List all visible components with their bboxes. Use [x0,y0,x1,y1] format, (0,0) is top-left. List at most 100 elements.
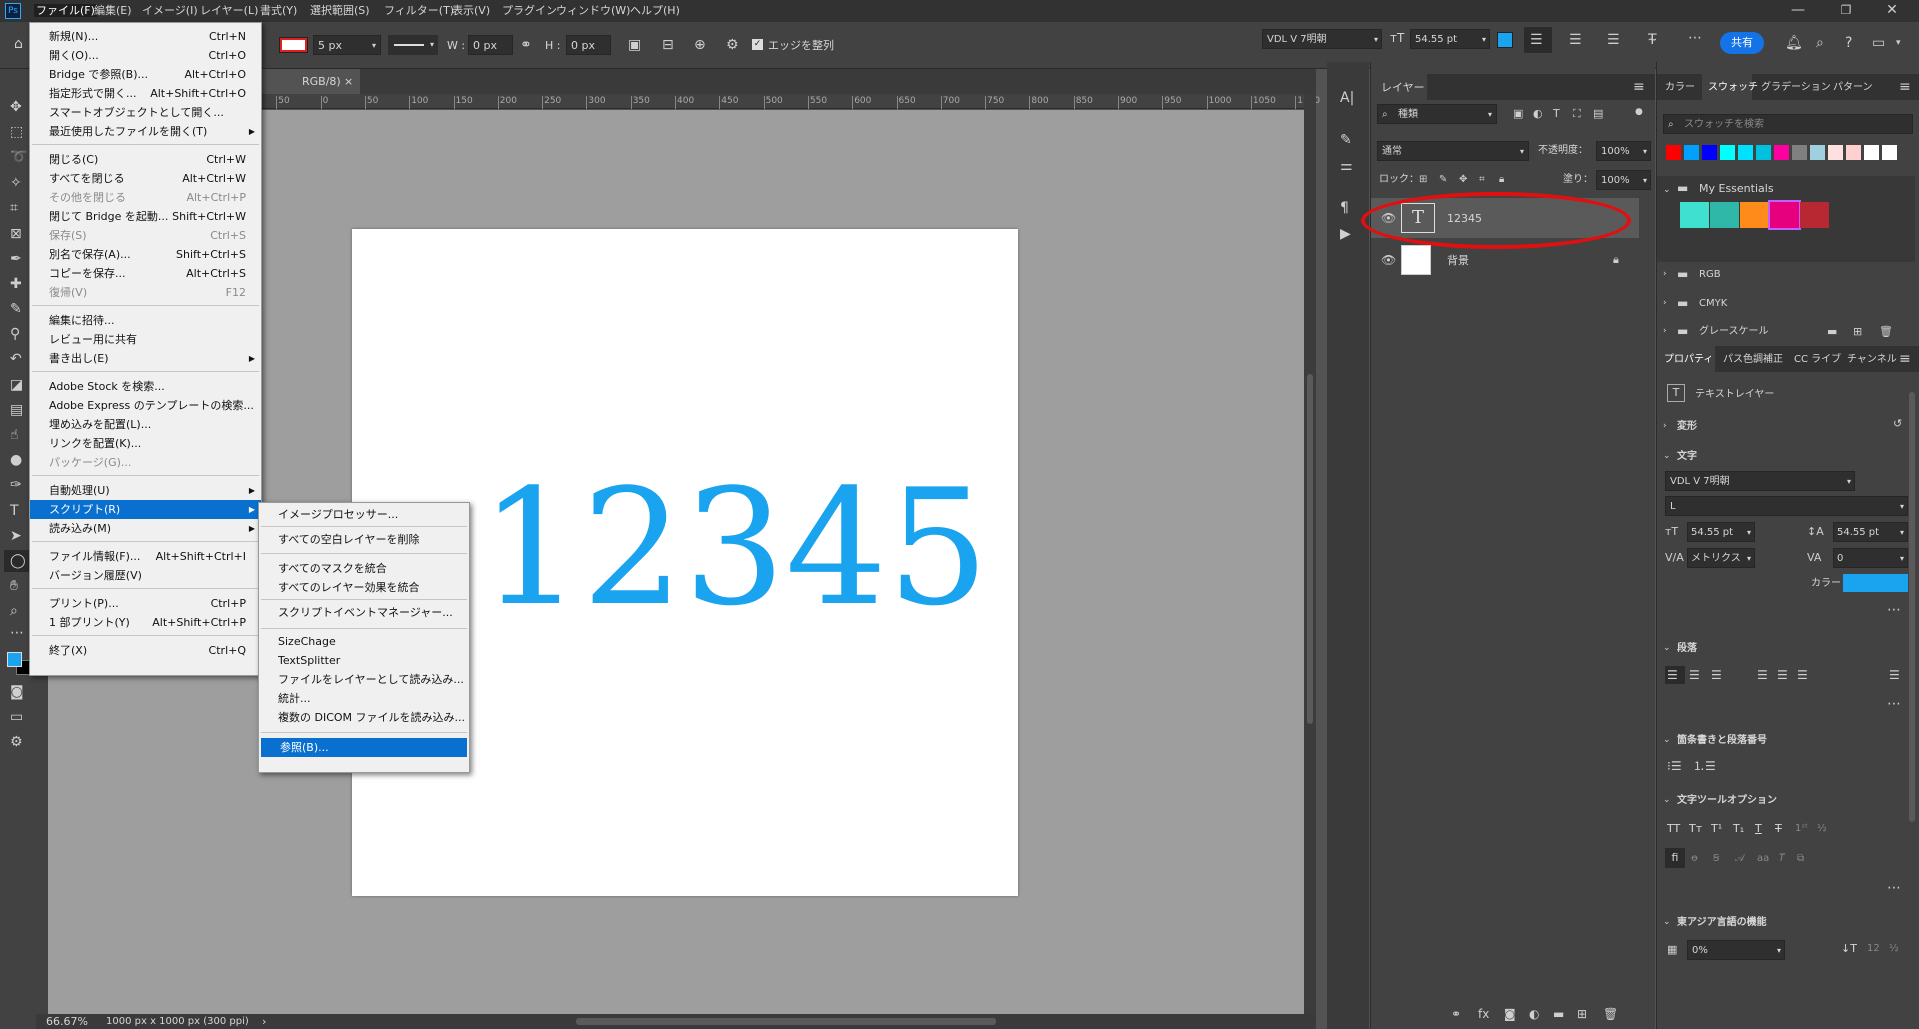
eraser-icon[interactable]: ◪ [10,377,23,393]
stroke-style-dropdown[interactable]: ▾ [388,35,438,55]
prop-font-style[interactable]: L ▾ [1665,496,1908,516]
scripts-menu-flatten-all-masks[interactable]: すべてのマスクを統合 [259,559,469,578]
clone-stamp-icon[interactable]: ⚲ [10,326,20,342]
panel-menu-icon[interactable]: ≡ [1899,79,1911,95]
tab-cc-libraries[interactable]: CC ライブ [1794,353,1841,366]
workspace-icon[interactable]: ▭ [1872,35,1885,51]
section-transform[interactable]: 変形 [1677,420,1697,433]
zoom-tool-icon[interactable]: ⌕ [10,603,18,619]
scripts-menu-sizechage[interactable]: SizeChage [259,632,469,651]
warp-text-icon[interactable]: T̴ [1648,32,1657,48]
panel-menu-icon[interactable]: ≡ [1633,79,1645,95]
trash-icon[interactable]: 🗑︎ [1879,324,1893,340]
file-menu-close-all[interactable]: すべてを閉じる Alt+Ctrl+W [30,169,261,188]
filter-pixel-icon[interactable]: ▣ [1513,106,1523,122]
history-brush-icon[interactable]: ↶ [10,351,22,367]
contextual-icon[interactable]: ⧉ [1797,852,1804,865]
font-family-field[interactable]: VDL V 7明朝 ▾ [1262,29,1382,49]
more-tools-icon[interactable]: ⋯ [10,625,24,641]
swatch[interactable] [1800,202,1829,228]
quick-mask-icon[interactable]: ◙ [10,684,24,700]
chevron-down-icon[interactable]: ⌄ [1663,914,1671,930]
file-menu-open[interactable]: 開く(O)... Ctrl+O [30,46,261,65]
file-menu-new[interactable]: 新規(N)... Ctrl+N [30,27,261,46]
swatch-group-rgb[interactable]: › ▬ RGB [1657,262,1915,286]
swatch-group-cmyk[interactable]: › ▬ CMYK [1657,291,1915,315]
file-menu-version-history[interactable]: バージョン履歴(V) [30,566,261,585]
menu-file[interactable]: ファイル(F) [34,4,97,17]
swatch[interactable] [1792,145,1807,160]
adjustment-layer-icon[interactable]: ◐ [1529,1006,1539,1022]
dodge-tool-icon[interactable]: ● [10,452,22,468]
file-menu-close[interactable]: 閉じる(C) Ctrl+W [30,150,261,169]
tab-patterns[interactable]: パターン [1833,81,1873,94]
trash-icon[interactable]: 🗑︎ [1603,1006,1618,1022]
file-menu-share-for-review[interactable]: レビュー用に共有 [30,330,261,349]
discretionary-ligatures-icon[interactable]: ꝋ [1691,852,1698,865]
ordinals-icon[interactable]: 1ˢᵗ [1795,822,1808,835]
scripts-menu-delete-empty-layers[interactable]: すべての空白レイヤーを削除 [259,530,469,549]
swatch[interactable] [1810,145,1825,160]
file-menu-print[interactable]: プリント(P)... Ctrl+P [30,594,261,613]
chevron-down-icon[interactable]: ▾ [1896,35,1901,51]
eyedropper-icon[interactable]: ✒ [10,251,22,267]
justify-last-left-icon[interactable]: ☰ [1757,667,1768,683]
file-menu-exit[interactable]: 終了(X) Ctrl+Q [30,641,261,660]
opacity-field[interactable]: 100% ▾ [1596,141,1651,161]
layer-style-icon[interactable]: fx [1478,1006,1489,1022]
swatch[interactable] [1756,145,1771,160]
file-menu-save-as[interactable]: 別名で保存(A)... Shift+Ctrl+S [30,245,261,264]
swatch[interactable] [1666,145,1681,160]
swatch[interactable] [1702,145,1717,160]
menu-filter[interactable]: フィルター(T) [384,4,454,17]
layers-tab[interactable]: レイヤー [1381,81,1425,94]
bullet-list-icon[interactable]: ⁝☰ [1667,758,1682,774]
scripts-menu-flatten-all-layer-effects[interactable]: すべてのレイヤー効果を統合 [259,578,469,597]
scripts-menu-load-dicom-files[interactable]: 複数の DICOM ファイルを読み込み... [259,708,469,727]
filter-adjustment-icon[interactable]: ◐ [1533,106,1543,122]
menu-edit[interactable]: 編集(E) [94,4,132,17]
path-selection-icon[interactable]: ➤ [10,528,22,544]
numbered-list-icon[interactable]: ⒈☰ [1693,758,1716,774]
file-menu-save[interactable]: 保存(S) Ctrl+S [30,226,261,245]
swatch[interactable] [1846,145,1861,160]
filter-smart-icon[interactable]: ▤ [1593,106,1603,122]
share-button[interactable]: 共有 [1720,32,1764,54]
healing-brush-icon[interactable]: ✚ [10,276,22,292]
chevron-down-icon[interactable]: ⌄ [1663,448,1671,464]
stroke-size-field[interactable]: 5 px ▾ [313,35,381,55]
character-panel-icon[interactable]: A| [1340,90,1354,106]
path-operations-icon[interactable]: ▣ [628,37,641,53]
justify-last-right-icon[interactable]: ☰ [1797,667,1808,683]
swatch[interactable] [1882,145,1897,160]
swatch[interactable] [1738,145,1753,160]
prop-text-color[interactable] [1843,574,1908,592]
swatch[interactable] [1684,145,1699,160]
eye-icon[interactable]: 👁︎ [1381,252,1396,268]
more-options-icon[interactable]: ⋯ [1887,880,1901,896]
canvas-text-layer[interactable]: 12345 [480,468,989,628]
fractions-icon[interactable]: ½ [1817,822,1827,835]
align-center-icon[interactable]: ☰ [1569,32,1582,48]
file-menu-place-linked[interactable]: リンクを配置(K)... [30,434,261,453]
menu-select[interactable]: 選択範囲(S) [310,4,370,17]
brush-settings-icon[interactable]: ✎ [1340,132,1352,148]
horizontal-scrollbar[interactable] [576,1018,996,1025]
swatch[interactable] [1740,202,1769,228]
section-paragraph[interactable]: 段落 [1677,642,1697,655]
zoom-level[interactable]: 66.67% [46,1015,88,1028]
file-menu-package[interactable]: パッケージ(G)... [30,453,261,472]
align-center-icon[interactable]: ☰ [1689,667,1700,683]
section-bullets[interactable]: 箇条書きと段落番号 [1677,734,1767,747]
add-mask-icon[interactable]: ◙ [1504,1006,1516,1022]
file-menu-place-embedded[interactable]: 埋め込みを配置(L)... [30,415,261,434]
filter-toggle-icon[interactable]: ● [1635,104,1643,120]
swatch-group-grayscale[interactable]: › ▬ グレースケール [1657,319,1915,343]
oldstyle-icon[interactable]: 𝑇 [1779,852,1785,865]
file-menu-import[interactable]: 読み込み(M) ▶ [30,519,261,538]
file-menu-save-a-copy[interactable]: コピーを保存... Alt+Ctrl+S [30,264,261,283]
layer-name[interactable]: 背景 [1447,254,1469,267]
menu-layer[interactable]: レイヤー(L) [200,4,258,17]
justify-last-center-icon[interactable]: ☰ [1777,667,1788,683]
tab-adjustments[interactable]: 色調補正 [1743,353,1783,366]
